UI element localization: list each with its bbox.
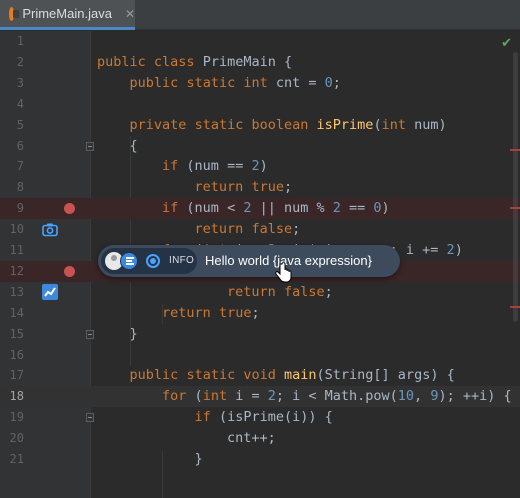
code-line[interactable]: 18 for (int i = 2; i < Math.pow(10, 9); … [0,386,520,408]
line-number[interactable]: 12 [0,261,24,282]
code-text[interactable]: if (num == 2) [97,156,268,177]
code-text[interactable]: for (int i = 2; i < Math.pow(10, 9); ++i… [97,386,512,407]
code-text[interactable]: cnt++; [97,428,276,449]
code-text[interactable]: return false; [97,219,301,240]
java-class-icon [9,6,20,21]
code-line[interactable]: 10 return false; [0,219,520,240]
line-number[interactable]: 15 [0,324,24,345]
log-icon [120,252,138,270]
code-line[interactable]: 6 { [0,136,520,157]
error-stripe-mark[interactable] [510,149,520,151]
radio-icon[interactable] [146,254,160,268]
line-number[interactable]: 9 [0,198,24,219]
editor-tab-bar: PrimeMain.java ✕ [0,0,520,30]
line-number[interactable]: 20 [0,428,24,449]
code-text[interactable]: } [97,449,203,470]
code-text[interactable]: public class PrimeMain { [97,52,292,73]
code-line[interactable]: 21 } [0,449,520,470]
line-number[interactable]: 11 [0,240,24,261]
code-line[interactable]: 20 cnt++; [0,428,520,449]
breakpoint-icon[interactable] [64,203,75,215]
code-line[interactable]: 9 if (num < 2 || num % 2 == 0) [0,198,520,220]
breakpoint-icon[interactable] [64,265,75,277]
fold-marker-icon[interactable] [86,329,94,339]
tab-primemain[interactable]: PrimeMain.java ✕ [0,0,135,30]
code-text[interactable]: { [97,136,138,157]
check-icon[interactable]: ✔ [501,36,512,51]
code-text[interactable]: return true; [97,177,293,198]
code-text[interactable]: return true; [97,303,260,324]
line-number[interactable]: 5 [0,115,24,136]
line-number[interactable]: 1 [0,31,24,52]
line-number[interactable]: 19 [0,407,24,428]
error-stripe-mark[interactable] [510,306,520,308]
code-text[interactable]: } [97,324,138,345]
line-number[interactable]: 7 [0,156,24,177]
code-line[interactable]: 19 if (isPrime(i)) { [0,407,520,428]
code-line[interactable]: 14 return true; [0,303,520,324]
code-text[interactable]: return false; [97,282,333,303]
line-number[interactable]: 16 [0,345,24,366]
code-text[interactable]: private static boolean isPrime(int num) [97,115,447,136]
fold-marker-icon[interactable] [86,413,94,423]
hand-cursor-icon [275,263,292,283]
code-line[interactable]: 1 [0,31,520,52]
close-icon[interactable]: ✕ [125,7,135,21]
line-number[interactable]: 13 [0,282,24,303]
tab-label: PrimeMain.java [22,6,112,21]
line-number[interactable]: 2 [0,52,24,73]
code-line[interactable]: 16 [0,345,520,366]
code-line[interactable]: 8 return true; [0,177,520,198]
line-number[interactable]: 21 [0,449,24,470]
code-text[interactable]: if (isPrime(i)) { [97,407,333,428]
code-line[interactable]: 15 } [0,324,520,345]
code-line[interactable]: 13 return false; [0,282,520,303]
line-number[interactable]: 18 [0,386,24,407]
error-stripe-mark[interactable] [510,207,520,209]
code-text[interactable]: if (num < 2 || num % 2 == 0) [97,198,390,219]
code-text[interactable]: public static int cnt = 0; [97,73,341,94]
code-line[interactable]: 2 public class PrimeMain { [0,52,520,73]
line-number[interactable]: 4 [0,94,24,115]
code-line[interactable]: 4 [0,94,520,115]
code-line[interactable]: 3 public static int cnt = 0; [0,73,520,94]
code-line[interactable]: 17 public static void main(String[] args… [0,365,520,386]
code-text[interactable]: public static void main(String[] args) { [97,365,455,386]
scrollbar[interactable] [513,52,518,322]
log-level-pill[interactable]: INFO [101,248,197,274]
code-line[interactable]: 5 private static boolean isPrime(int num… [0,115,520,136]
code-line[interactable]: 7 if (num == 2) [0,156,520,177]
line-number[interactable]: 3 [0,73,24,94]
graph-icon[interactable] [42,283,58,300]
line-number[interactable]: 10 [0,219,24,240]
line-number[interactable]: 8 [0,177,24,198]
line-number[interactable]: 6 [0,136,24,157]
log-output-popup[interactable]: INFO Hello world {java expression} [98,245,400,277]
line-number[interactable]: 17 [0,365,24,386]
fold-marker-icon[interactable] [86,141,94,151]
camera-icon[interactable] [42,222,58,237]
line-number[interactable]: 14 [0,303,24,324]
log-level-label: INFO [169,255,195,266]
